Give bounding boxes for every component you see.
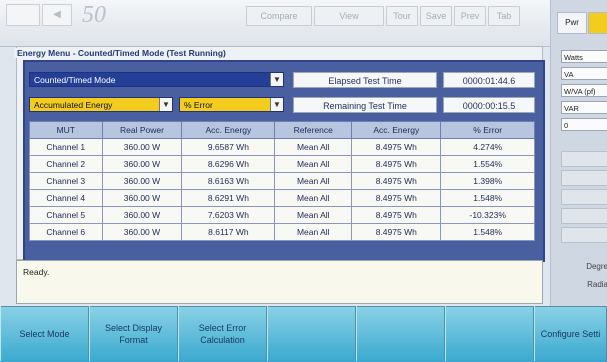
energy-display-select-value: Accumulated Energy bbox=[34, 100, 113, 110]
error-select[interactable]: % Error ▼ bbox=[179, 97, 284, 112]
error-value: 1.554% bbox=[440, 155, 535, 173]
chevron-down-icon[interactable]: ▼ bbox=[270, 73, 283, 86]
empty-setting-field[interactable] bbox=[561, 189, 607, 205]
blank-function-button[interactable] bbox=[356, 306, 445, 361]
reference-energy-value: 8.4975 Wh bbox=[351, 155, 442, 173]
acc-energy-value: 9.6587 Wh bbox=[181, 138, 276, 156]
acc-energy-value: 8.6117 Wh bbox=[181, 223, 276, 241]
elapsed-time-value: 0000:01:44.6 bbox=[443, 72, 535, 88]
blank-function-button[interactable] bbox=[267, 306, 356, 361]
select-mode-button[interactable]: Select Mode bbox=[0, 306, 89, 361]
table-row[interactable]: Channel 5 360.00 W 7.6203 Wh Mean All 8.… bbox=[29, 206, 535, 224]
toolbar-view-button[interactable]: View bbox=[314, 6, 384, 26]
select-error-calculation-button[interactable]: Select Error Calculation bbox=[178, 306, 267, 361]
real-power-value: 360.00 W bbox=[101, 223, 183, 241]
column-header-real-power: Real Power bbox=[101, 121, 183, 139]
blank-function-button[interactable] bbox=[445, 306, 534, 361]
channel-name: Channel 6 bbox=[29, 223, 103, 241]
elapsed-time-label: Elapsed Test Time bbox=[293, 72, 437, 88]
status-area: Ready. bbox=[16, 260, 543, 304]
reference-energy-value: 8.4975 Wh bbox=[351, 138, 442, 156]
reference-value: Mean All bbox=[274, 172, 353, 190]
unit-pf-field[interactable]: W/VA (pf) bbox=[561, 84, 607, 97]
unit-watts-field[interactable]: Watts bbox=[561, 50, 607, 63]
toolbar-compare-button[interactable]: Compare bbox=[246, 6, 312, 26]
table-row[interactable]: Channel 3 360.00 W 8.6163 Wh Mean All 8.… bbox=[29, 172, 535, 190]
error-select-value: % Error bbox=[184, 100, 213, 110]
column-header-acc-energy: Acc. Energy bbox=[181, 121, 276, 139]
real-power-value: 360.00 W bbox=[101, 155, 183, 173]
energy-display-select[interactable]: Accumulated Energy ▼ bbox=[29, 97, 173, 112]
acc-energy-value: 8.6163 Wh bbox=[181, 172, 276, 190]
column-header-error: % Error bbox=[440, 121, 535, 139]
table-row[interactable]: Channel 6 360.00 W 8.6117 Wh Mean All 8.… bbox=[29, 223, 535, 241]
reference-value: Mean All bbox=[274, 155, 353, 173]
toolbar-tour-button[interactable]: Tour bbox=[386, 6, 418, 26]
select-display-format-button[interactable]: Select Display Format bbox=[89, 306, 178, 361]
chevron-down-icon[interactable]: ▼ bbox=[159, 98, 172, 111]
unit-var-field[interactable]: VAR bbox=[561, 101, 607, 114]
mode-select-value: Counted/Timed Mode bbox=[34, 75, 116, 85]
empty-setting-field[interactable] bbox=[561, 208, 607, 224]
degree-label: Degre bbox=[586, 262, 607, 271]
reference-energy-value: 8.4975 Wh bbox=[351, 223, 442, 241]
reference-energy-value: 8.4975 Wh bbox=[351, 206, 442, 224]
table-row[interactable]: Channel 2 360.00 W 8.6296 Wh Mean All 8.… bbox=[29, 155, 535, 173]
value-field[interactable]: 0 bbox=[561, 118, 607, 131]
error-value: -10.323% bbox=[440, 206, 535, 224]
reference-value: Mean All bbox=[274, 189, 353, 207]
reference-value: Mean All bbox=[274, 138, 353, 156]
error-value: 1.548% bbox=[440, 189, 535, 207]
toolbar-tab-button[interactable]: Tab bbox=[488, 6, 520, 26]
tab-power[interactable]: Pwr bbox=[557, 12, 587, 34]
real-power-value: 360.00 W bbox=[101, 206, 183, 224]
error-value: 1.548% bbox=[440, 223, 535, 241]
configure-settings-button[interactable]: Configure Setti bbox=[534, 306, 607, 361]
toolbar-save-button[interactable]: Save bbox=[420, 6, 452, 26]
table-header-row: MUT Real Power Acc. Energy Reference Acc… bbox=[29, 121, 535, 139]
toolbar-prev-button[interactable]: Prev bbox=[454, 6, 486, 26]
channel-name: Channel 4 bbox=[29, 189, 103, 207]
right-settings-panel: Pwr Watts VA W/VA (pf) VAR 0 Degre Radia bbox=[550, 0, 607, 306]
column-header-mut: MUT bbox=[29, 121, 103, 139]
chevron-down-icon[interactable]: ▼ bbox=[270, 98, 283, 111]
mode-select[interactable]: Counted/Timed Mode ▼ bbox=[29, 72, 284, 87]
remaining-time-value: 0000:00:15.5 bbox=[443, 97, 535, 113]
channel-name: Channel 1 bbox=[29, 138, 103, 156]
status-text: Ready. bbox=[23, 267, 50, 277]
panel-title: Energy Menu - Counted/Timed Mode (Test R… bbox=[14, 48, 229, 58]
acc-energy-value: 8.6291 Wh bbox=[181, 189, 276, 207]
reference-value: Mean All bbox=[274, 223, 353, 241]
table-row[interactable]: Channel 4 360.00 W 8.6291 Wh Mean All 8.… bbox=[29, 189, 535, 207]
empty-setting-field[interactable] bbox=[561, 227, 607, 243]
error-value: 4.274% bbox=[440, 138, 535, 156]
channel-name: Channel 2 bbox=[29, 155, 103, 173]
unit-va-field[interactable]: VA bbox=[561, 67, 607, 80]
table-row[interactable]: Channel 1 360.00 W 9.6587 Wh Mean All 8.… bbox=[29, 138, 535, 156]
top-toolbar: ◀ 50 Compare View Tour Save Prev Tab bbox=[0, 0, 607, 47]
toolbar-left-button[interactable] bbox=[6, 4, 40, 26]
tab-active[interactable] bbox=[588, 12, 607, 34]
column-header-reference-energy: Acc. Energy bbox=[351, 121, 442, 139]
reference-energy-value: 8.4975 Wh bbox=[351, 189, 442, 207]
error-value: 1.398% bbox=[440, 172, 535, 190]
toolbar-nav-button[interactable]: ◀ bbox=[42, 4, 72, 26]
reference-energy-value: 8.4975 Wh bbox=[351, 172, 442, 190]
reference-value: Mean All bbox=[274, 206, 353, 224]
column-header-reference: Reference bbox=[274, 121, 353, 139]
energy-results-table: MUT Real Power Acc. Energy Reference Acc… bbox=[29, 121, 535, 241]
radian-label: Radia bbox=[587, 280, 607, 289]
acc-energy-value: 7.6203 Wh bbox=[181, 206, 276, 224]
product-logo: 50 bbox=[82, 2, 106, 28]
real-power-value: 360.00 W bbox=[101, 189, 183, 207]
acc-energy-value: 8.6296 Wh bbox=[181, 155, 276, 173]
empty-setting-field[interactable] bbox=[561, 170, 607, 186]
real-power-value: 360.00 W bbox=[101, 172, 183, 190]
channel-name: Channel 5 bbox=[29, 206, 103, 224]
channel-name: Channel 3 bbox=[29, 172, 103, 190]
real-power-value: 360.00 W bbox=[101, 138, 183, 156]
remaining-time-label: Remaining Test Time bbox=[293, 97, 437, 113]
empty-setting-field[interactable] bbox=[561, 151, 607, 167]
